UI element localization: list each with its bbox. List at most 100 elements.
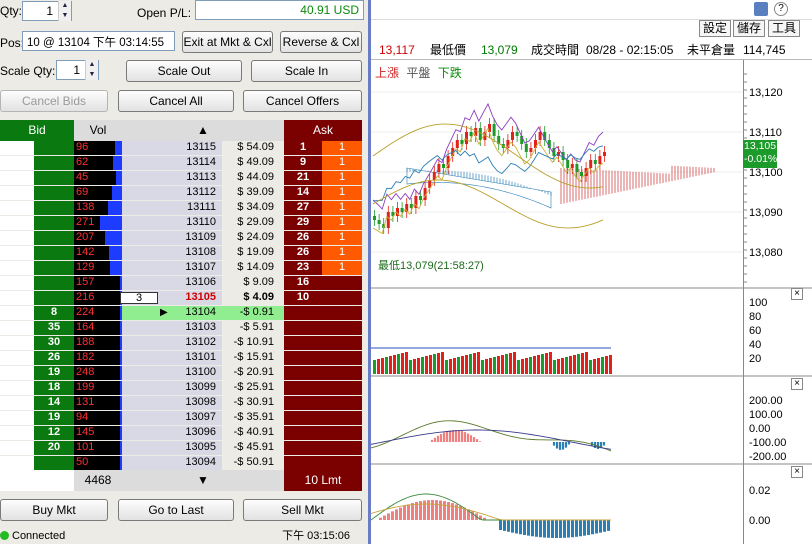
bid-entry-cell[interactable] — [0, 231, 34, 245]
spin-up-icon[interactable]: ▲ — [86, 60, 98, 70]
ask-order-cell[interactable] — [322, 291, 362, 305]
cancel-bids-button[interactable]: Cancel Bids — [0, 90, 108, 112]
ask-size[interactable]: 23 — [284, 261, 322, 275]
spin-down-icon[interactable]: ▼ — [86, 70, 98, 80]
bid-size[interactable] — [34, 186, 74, 200]
bid-entry-cell[interactable] — [0, 426, 34, 440]
ask-size[interactable]: 1 — [284, 141, 322, 155]
price-cell[interactable]: 13112 — [122, 186, 222, 200]
ladder-row[interactable]: 12 145 13096 -$ 40.91 — [0, 426, 362, 440]
bid-entry-cell[interactable] — [0, 216, 34, 230]
price-cell[interactable]: 13096 — [122, 426, 222, 440]
go-to-last-button[interactable]: Go to Last — [118, 499, 234, 521]
sell-mkt-button[interactable]: Sell Mkt — [243, 499, 362, 521]
ladder-row[interactable]: 142 13108 $ 19.09 26 1 — [0, 246, 362, 260]
ask-size[interactable]: 26 — [284, 231, 322, 245]
price-cell[interactable]: 13102 — [122, 336, 222, 350]
working-order-qty[interactable]: 3 — [120, 292, 158, 304]
scale-out-button[interactable]: Scale Out — [126, 60, 242, 82]
price-cell[interactable]: 13114 — [122, 156, 222, 170]
ladder-row[interactable]: 35 164 13103 -$ 5.91 — [0, 321, 362, 335]
ladder-row[interactable]: 69 13112 $ 39.09 14 1 — [0, 186, 362, 200]
price-cell[interactable]: 13094 — [122, 456, 222, 470]
bid-entry-cell[interactable] — [0, 351, 34, 365]
price-cell[interactable]: 13104 — [122, 306, 222, 320]
ask-order-cell[interactable]: 1 — [322, 156, 362, 170]
save-tab[interactable]: 儲存 — [733, 20, 766, 37]
ask-size[interactable] — [284, 336, 322, 350]
price-cell[interactable]: 13110 — [122, 216, 222, 230]
bid-size[interactable]: 14 — [34, 396, 74, 410]
close-icon[interactable]: × — [791, 466, 803, 478]
cancel-all-button[interactable]: Cancel All — [118, 90, 234, 112]
ladder-row[interactable]: 207 13109 $ 24.09 26 1 — [0, 231, 362, 245]
spin-up-icon[interactable]: ▲ — [59, 1, 71, 11]
ask-size[interactable] — [284, 351, 322, 365]
ask-order-cell[interactable] — [322, 366, 362, 380]
ask-size[interactable] — [284, 321, 322, 335]
bid-size[interactable] — [34, 291, 74, 305]
bid-size[interactable]: 18 — [34, 381, 74, 395]
price-cell[interactable]: 13111 — [122, 201, 222, 215]
ask-order-cell[interactable]: 1 — [322, 141, 362, 155]
price-cell[interactable]: 13099 — [122, 381, 222, 395]
ask-order-cell[interactable] — [322, 441, 362, 455]
ask-order-cell[interactable] — [322, 276, 362, 290]
bid-entry-cell[interactable] — [0, 306, 34, 320]
bid-size[interactable] — [34, 216, 74, 230]
ask-order-cell[interactable]: 1 — [322, 171, 362, 185]
tools-tab[interactable]: 工具 — [768, 20, 801, 37]
ask-order-cell[interactable] — [322, 456, 362, 470]
price-cell[interactable]: 13098 — [122, 396, 222, 410]
ask-order-cell[interactable]: 1 — [322, 261, 362, 275]
ask-size[interactable]: 29 — [284, 216, 322, 230]
settings-tab[interactable]: 設定 — [699, 20, 732, 37]
exit-at-mkt-button[interactable]: Exit at Mkt & Cxl — [182, 31, 273, 53]
ladder-row[interactable]: 62 13114 $ 49.09 9 1 — [0, 156, 362, 170]
buy-mkt-button[interactable]: Buy Mkt — [0, 499, 108, 521]
bid-size[interactable]: 8 — [34, 306, 74, 320]
bid-size[interactable] — [34, 246, 74, 260]
ladder-row[interactable]: 26 182 13101 -$ 15.91 — [0, 351, 362, 365]
bid-entry-cell[interactable] — [0, 141, 34, 155]
bid-entry-cell[interactable] — [0, 396, 34, 410]
price-cell[interactable]: 13103 — [122, 321, 222, 335]
ask-order-cell[interactable]: 1 — [322, 201, 362, 215]
scale-in-button[interactable]: Scale In — [251, 60, 362, 82]
bid-size[interactable] — [34, 231, 74, 245]
bid-entry-cell[interactable] — [0, 456, 34, 470]
ask-order-cell[interactable]: 1 — [322, 186, 362, 200]
qty-spinner[interactable]: ▲ ▼ — [58, 1, 71, 21]
bid-entry-cell[interactable] — [0, 291, 34, 305]
bid-entry-cell[interactable] — [0, 186, 34, 200]
price-cell[interactable]: 13097 — [122, 411, 222, 425]
ladder-row[interactable]: 19 94 13097 -$ 35.91 — [0, 411, 362, 425]
window-icon[interactable] — [754, 2, 768, 16]
ladder-row[interactable]: 216 13105 $ 4.09 10 3 — [0, 291, 362, 305]
ask-size[interactable]: 14 — [284, 186, 322, 200]
ladder-row[interactable]: 14 131 13098 -$ 30.91 — [0, 396, 362, 410]
ask-size[interactable] — [284, 441, 322, 455]
bid-size[interactable]: 12 — [34, 426, 74, 440]
close-icon[interactable]: × — [791, 288, 803, 300]
bid-entry-cell[interactable] — [0, 381, 34, 395]
scroll-up-icon[interactable]: ▲ — [122, 120, 284, 141]
bid-entry-cell[interactable] — [0, 261, 34, 275]
ask-size[interactable] — [284, 426, 322, 440]
ladder-row[interactable]: 18 199 13099 -$ 25.91 — [0, 381, 362, 395]
bid-size[interactable]: 26 — [34, 351, 74, 365]
bid-entry-cell[interactable] — [0, 336, 34, 350]
bid-entry-cell[interactable] — [0, 321, 34, 335]
ladder-row[interactable]: 30 188 13102 -$ 10.91 — [0, 336, 362, 350]
bid-size[interactable] — [34, 261, 74, 275]
ladder-row[interactable]: 20 101 13095 -$ 45.91 — [0, 441, 362, 455]
bid-size[interactable]: 30 — [34, 336, 74, 350]
ask-size[interactable]: 16 — [284, 276, 322, 290]
ask-order-cell[interactable] — [322, 411, 362, 425]
bid-size[interactable]: 20 — [34, 441, 74, 455]
ask-order-cell[interactable] — [322, 381, 362, 395]
ladder-row[interactable]: 138 13111 $ 34.09 27 1 — [0, 201, 362, 215]
ask-size[interactable] — [284, 381, 322, 395]
price-cell[interactable]: 13101 — [122, 351, 222, 365]
bid-entry-cell[interactable] — [0, 441, 34, 455]
